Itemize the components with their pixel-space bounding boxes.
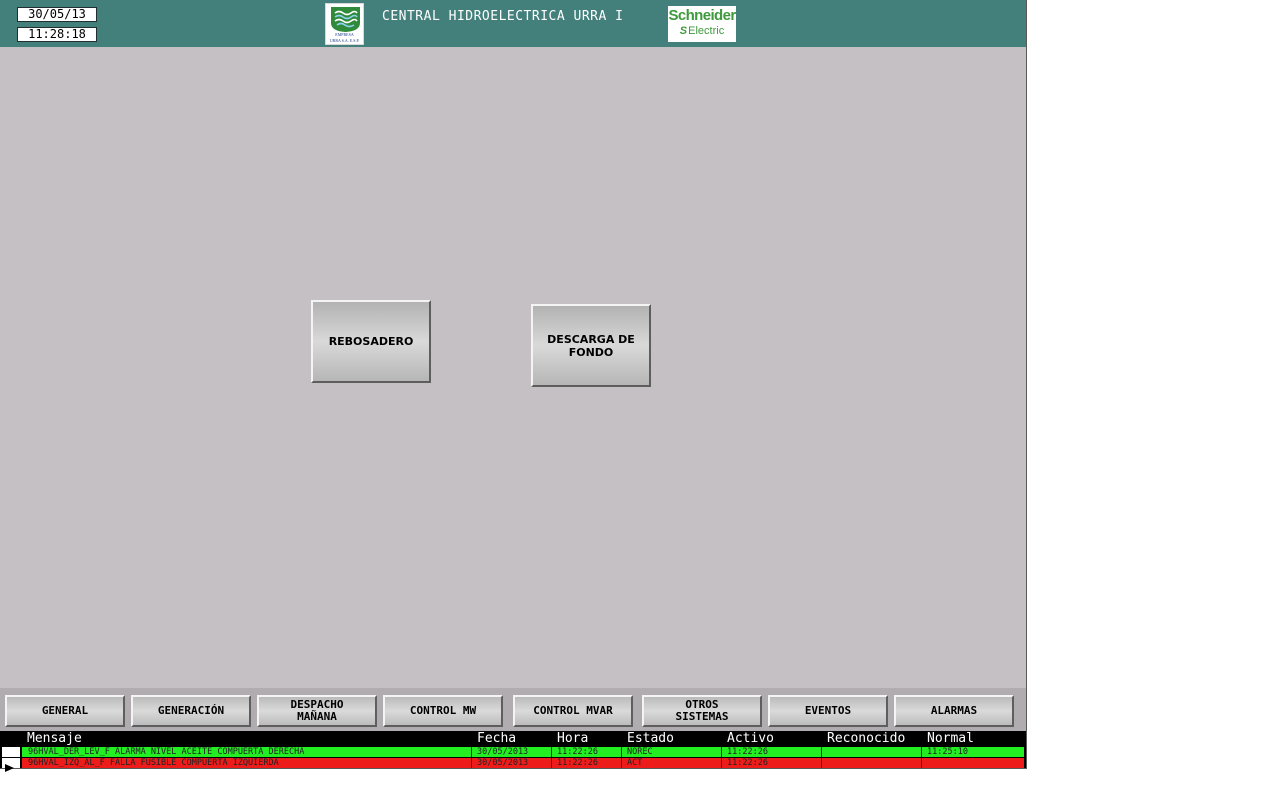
column-divider — [551, 758, 552, 768]
alarm-normal — [927, 758, 1019, 768]
column-divider — [821, 747, 822, 757]
nav-bar: GENERAL GENERACIÓN DESPACHO MAÑANA CONTR… — [0, 688, 1026, 731]
column-divider — [921, 747, 922, 757]
nav-generacion-button[interactable]: GENERACIÓN — [131, 695, 251, 727]
alarm-acknowledged — [827, 747, 919, 757]
alarm-date: 30/05/2013 — [477, 758, 529, 768]
alarm-time: 11:22:26 — [557, 747, 598, 757]
column-divider — [471, 747, 472, 757]
row-marker[interactable] — [2, 758, 20, 772]
column-divider — [551, 747, 552, 757]
nav-despacho-manana-button[interactable]: DESPACHO MAÑANA — [257, 695, 377, 727]
alarm-time: 11:22:26 — [557, 758, 598, 768]
nav-alarmas-button[interactable]: ALARMAS — [894, 695, 1014, 727]
column-divider — [821, 758, 822, 768]
urra-logo-line2: URRA S.A. E.S.P. — [329, 38, 360, 43]
nav-control-mw-button[interactable]: CONTROL MW — [383, 695, 503, 727]
column-divider — [921, 758, 922, 768]
urra-emblem-icon — [331, 7, 360, 32]
page-title: CENTRAL HIDROELECTRICA URRA I — [382, 9, 624, 24]
row-marker[interactable] — [2, 747, 20, 757]
column-divider — [621, 747, 622, 757]
alarm-acknowledged — [827, 758, 919, 768]
alarm-normal: 11:25:10 — [927, 747, 968, 757]
nav-eventos-button[interactable]: EVENTOS — [768, 695, 888, 727]
column-divider — [471, 758, 472, 768]
schneider-sub-text: Electric — [688, 25, 725, 37]
column-divider — [621, 758, 622, 768]
schneider-electric-logo: Schneider SElectric — [668, 6, 736, 42]
descarga-de-fondo-button[interactable]: DESCARGA DE FONDO — [531, 304, 651, 387]
alarm-date: 30/05/2013 — [477, 747, 529, 757]
alarm-state: NOREC — [627, 747, 653, 757]
alarm-active: 11:22:26 — [727, 758, 768, 768]
column-divider — [721, 758, 722, 768]
col-header-normal[interactable]: Normal — [927, 731, 974, 746]
alarm-row[interactable]: 96HVAL_IZQ_AL_F FALLA FUSIBLE COMPUERTA … — [0, 758, 1026, 772]
row-pointer-icon — [5, 764, 14, 772]
alarm-row[interactable]: 96HVAL_DER_LEV_F ALARMA NIVEL ACEITE COM… — [0, 747, 1026, 757]
col-header-estado[interactable]: Estado — [627, 731, 674, 746]
rebosadero-button[interactable]: REBOSADERO — [311, 300, 431, 383]
alarm-message: 96HVAL_DER_LEV_F ALARMA NIVEL ACEITE COM… — [28, 747, 305, 757]
column-divider — [721, 747, 722, 757]
alarm-message: 96HVAL_IZQ_AL_F FALLA FUSIBLE COMPUERTA … — [28, 758, 279, 768]
nav-control-mvar-button[interactable]: CONTROL MVAR — [513, 695, 633, 727]
col-header-reconocido[interactable]: Reconocido — [827, 731, 905, 746]
col-header-hora[interactable]: Hora — [557, 731, 588, 746]
col-header-activo[interactable]: Activo — [727, 731, 774, 746]
schneider-sub-line: SElectric — [668, 24, 736, 38]
col-header-mensaje[interactable]: Mensaje — [27, 731, 82, 746]
schneider-s-icon: S — [679, 25, 688, 37]
urra-logo: EMPRESA URRA S.A. E.S.P. — [325, 3, 364, 45]
urra-logo-line1: EMPRESA — [335, 32, 354, 37]
alarm-active: 11:22:26 — [727, 747, 768, 757]
header-bar: 30/05/13 11:28:18 EMPRESA URRA S.A. E.S.… — [0, 0, 1026, 47]
nav-general-button[interactable]: GENERAL — [5, 695, 125, 727]
date-display: 30/05/13 — [17, 7, 97, 22]
col-header-fecha[interactable]: Fecha — [477, 731, 516, 746]
nav-otros-sistemas-button[interactable]: OTROS SISTEMAS — [642, 695, 762, 727]
alarm-state: ACT — [627, 758, 643, 768]
alarm-summary-panel: Mensaje Fecha Hora Estado Activo Reconoc… — [0, 731, 1026, 772]
time-display: 11:28:18 — [17, 27, 97, 42]
scada-window: 30/05/13 11:28:18 EMPRESA URRA S.A. E.S.… — [0, 0, 1027, 772]
schneider-brand-text: Schneider — [668, 7, 736, 24]
